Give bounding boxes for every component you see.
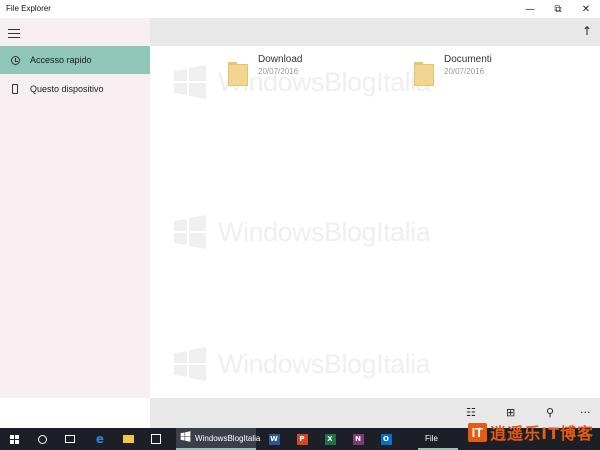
taskbar-app-label: WindowsBlogItalia <box>195 433 261 443</box>
windows-start-icon[interactable] <box>6 428 22 450</box>
folder-icon <box>414 62 434 86</box>
onenote-icon[interactable]: N <box>350 428 366 450</box>
powerpoint-icon[interactable]: P <box>294 428 310 450</box>
watermark: WindowsBlogItalia <box>172 346 431 382</box>
clock-icon <box>0 55 30 65</box>
phone-icon <box>0 84 30 94</box>
hamburger-menu-icon[interactable] <box>8 29 20 38</box>
watermark-text: WindowsBlogItalia <box>218 216 431 247</box>
edge-icon[interactable]: e <box>92 428 108 450</box>
store-icon[interactable] <box>148 428 164 450</box>
brand-text: 逍遥乐IT博客 <box>490 424 594 443</box>
outlook-icon[interactable]: O <box>378 428 394 450</box>
up-arrow-icon[interactable]: ↑ <box>582 24 592 38</box>
taskbar-app-windowsblogitalia[interactable]: WindowsBlogItalia <box>176 428 260 450</box>
folder-date: 20/07/2016 <box>444 67 485 76</box>
title-bar: File Explorer — ⧉ ✕ <box>0 0 600 18</box>
folder-date: 20/07/2016 <box>258 67 299 76</box>
file-explorer-icon[interactable] <box>120 428 136 450</box>
close-button[interactable]: ✕ <box>572 0 600 18</box>
windows-logo-icon <box>172 346 208 382</box>
watermark: WindowsBlogItalia <box>172 214 431 250</box>
file-list: WindowsBlogItalia WindowsBlogItalia Wind… <box>150 46 600 398</box>
task-view-icon[interactable] <box>62 428 78 450</box>
windows-logo-icon <box>180 429 191 447</box>
sidebar-item-questo-dispositivo[interactable]: Questo dispositivo <box>0 75 150 103</box>
sidebar-item-label: Accesso rapido <box>30 55 92 65</box>
content-toolbar: ↑ <box>150 18 600 46</box>
folder-name: Download <box>258 54 303 65</box>
window-title: File Explorer <box>6 4 51 13</box>
folder-item-download[interactable]: Download 20/07/2016 <box>228 54 302 86</box>
sidebar-item-accesso-rapido[interactable]: Accesso rapido <box>0 46 150 74</box>
minimize-button[interactable]: — <box>516 0 544 18</box>
cortana-icon[interactable] <box>34 428 50 450</box>
watermark-text: WindowsBlogItalia <box>218 348 431 379</box>
brand-it-badge: IT <box>467 422 488 442</box>
taskbar-app-file-explorer[interactable]: File <box>418 428 458 450</box>
windows-logo-icon <box>172 214 208 250</box>
sidebar: Accesso rapido Questo dispositivo <box>0 18 150 398</box>
sidebar-item-label: Questo dispositivo <box>30 84 104 94</box>
word-icon[interactable]: W <box>266 428 282 450</box>
folder-icon <box>228 62 248 86</box>
restore-button[interactable]: ⧉ <box>544 0 572 18</box>
brand-watermark: IT 逍遥乐IT博客 <box>467 418 594 446</box>
excel-icon[interactable]: X <box>322 428 338 450</box>
windows-logo-icon <box>172 64 208 100</box>
taskbar-app-label: File <box>425 433 438 443</box>
folder-name: Documenti <box>444 54 492 65</box>
window-controls: — ⧉ ✕ <box>516 0 600 18</box>
folder-item-documenti[interactable]: Documenti 20/07/2016 <box>414 54 492 86</box>
